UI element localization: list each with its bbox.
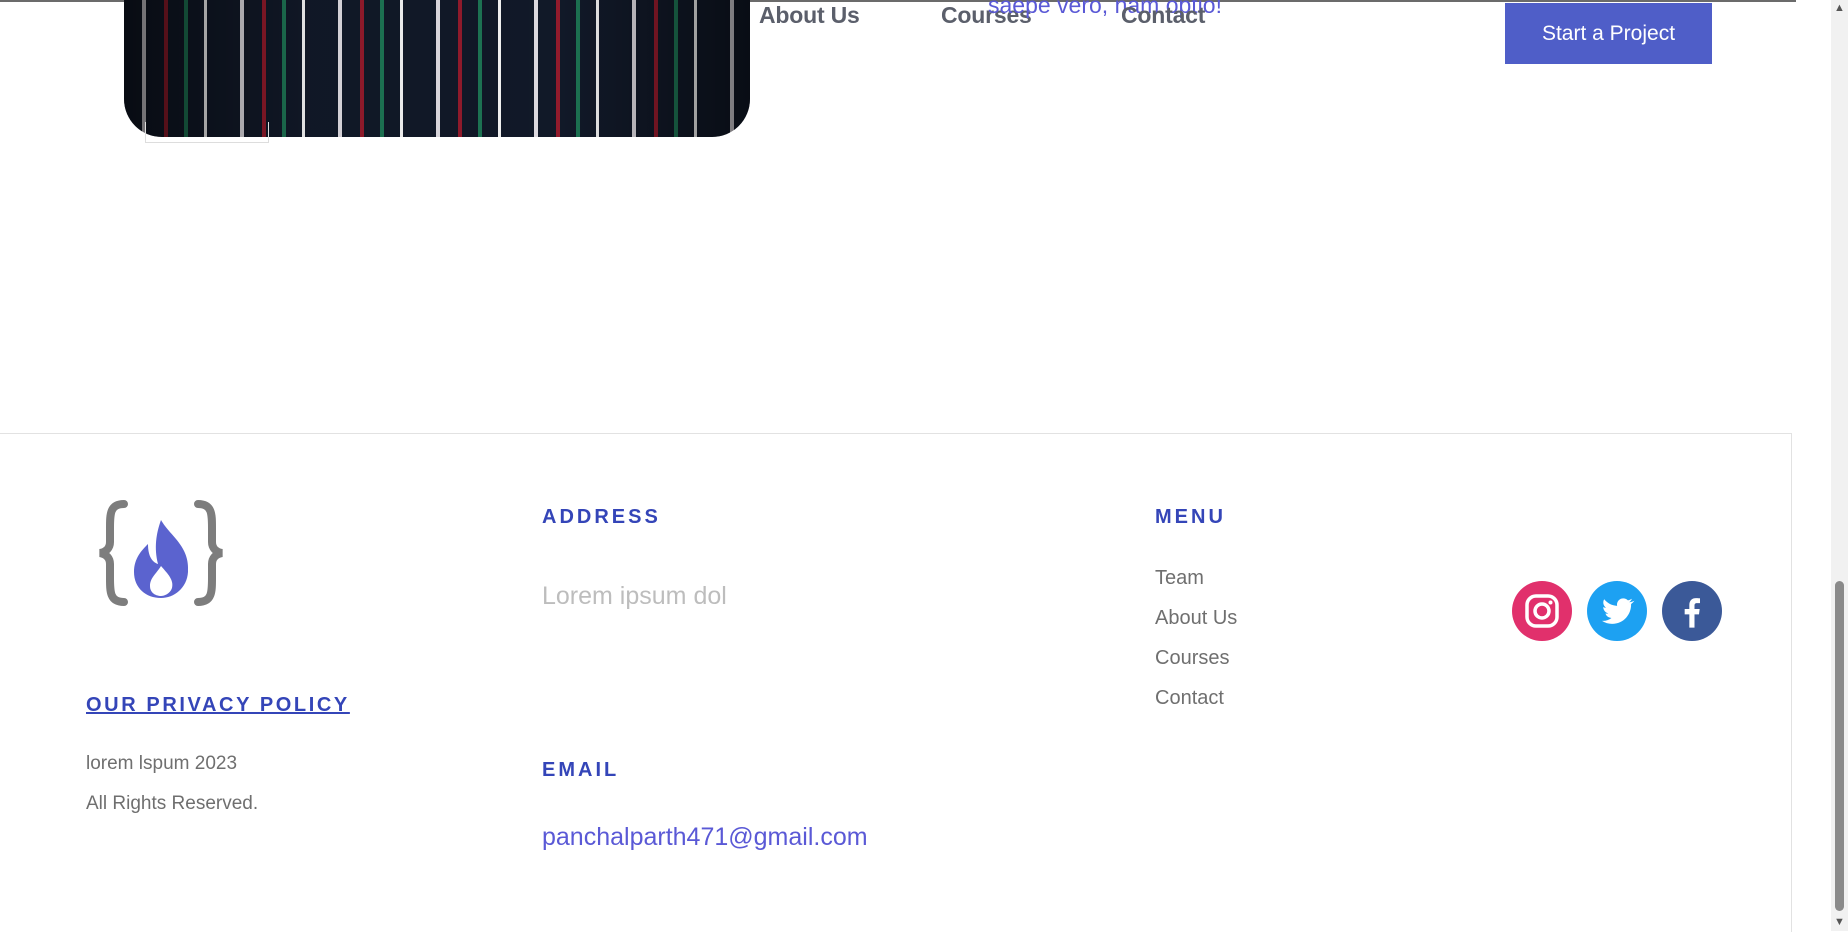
- brand-logo-icon[interactable]: [98, 498, 224, 608]
- address-heading: ADDRESS: [542, 506, 661, 528]
- email-heading: EMAIL: [542, 759, 620, 781]
- photo-frame-outline: [145, 122, 269, 143]
- menu-heading: MENU: [1155, 506, 1226, 528]
- scroll-up-arrow-icon[interactable]: ▲: [1834, 2, 1845, 14]
- email-link[interactable]: panchalparth471@gmail.com: [542, 823, 868, 852]
- nav-about-us[interactable]: About Us: [759, 2, 860, 29]
- nav-contact[interactable]: Contact: [1121, 2, 1205, 29]
- instagram-icon[interactable]: [1512, 581, 1572, 641]
- scroll-down-arrow-icon[interactable]: ▼: [1834, 916, 1845, 928]
- menu-item-courses[interactable]: Courses: [1155, 647, 1229, 670]
- twitter-icon[interactable]: [1587, 581, 1647, 641]
- footer: [0, 433, 1792, 932]
- menu-item-team[interactable]: Team: [1155, 567, 1204, 590]
- menu-item-about-us[interactable]: About Us: [1155, 607, 1237, 630]
- privacy-policy-link[interactable]: OUR PRIVACY POLICY: [86, 694, 350, 717]
- address-text: Lorem ipsum dol: [542, 582, 727, 610]
- start-project-button[interactable]: Start a Project: [1505, 3, 1712, 64]
- hero-photo: [124, 0, 750, 137]
- menu-item-contact[interactable]: Contact: [1155, 687, 1224, 710]
- copyright-year: lorem lspum 2023: [86, 753, 238, 774]
- scrollbar-thumb[interactable]: [1835, 581, 1844, 911]
- facebook-icon[interactable]: [1662, 581, 1722, 641]
- copyright-rights: All Rights Reserved.: [86, 793, 259, 814]
